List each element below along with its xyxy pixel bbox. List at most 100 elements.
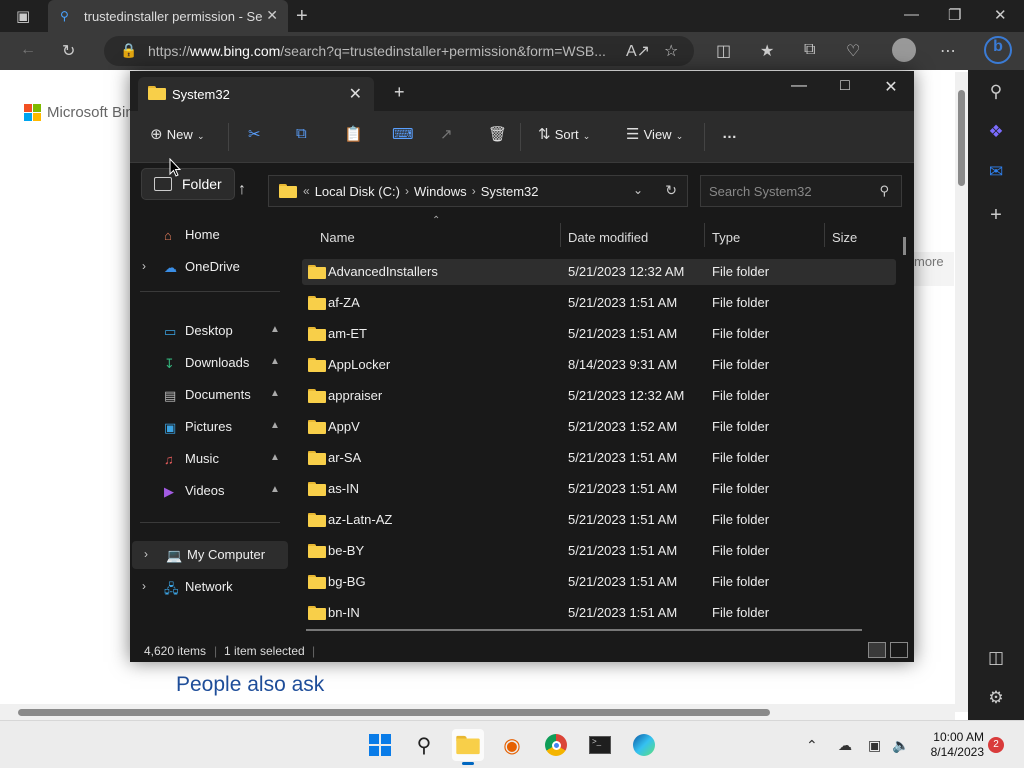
back-icon[interactable]: ← [20, 41, 36, 59]
chevron-right-icon[interactable]: › [142, 259, 146, 273]
table-row[interactable]: AppLocker 8/14/2023 9:31 AM File folder [302, 352, 896, 378]
split-screen-icon[interactable]: ◫ [716, 41, 731, 61]
close-tab-icon[interactable]: ✕ [266, 7, 278, 24]
search-icon[interactable]: ⚲ [968, 82, 1024, 102]
table-row[interactable]: af-ZA 5/21/2023 1:51 AM File folder [302, 290, 896, 316]
minimize-icon[interactable]: — [776, 77, 822, 95]
favorite-star-icon[interactable]: ☆ [664, 41, 678, 61]
table-row[interactable]: be-BY 5/21/2023 1:51 AM File folder [302, 538, 896, 564]
new-tab-icon[interactable]: + [394, 82, 405, 103]
more-link[interactable]: more [914, 252, 954, 286]
tab-actions-icon[interactable]: ▣ [16, 7, 30, 25]
show-hidden-icons-chevron-icon[interactable]: ⌃ [806, 737, 818, 754]
settings-more-icon[interactable]: ⋯ [940, 41, 956, 61]
maximize-icon[interactable]: □ [822, 77, 868, 95]
close-window-icon[interactable]: ✕ [868, 77, 914, 97]
chevron-right-icon[interactable]: › [144, 547, 148, 561]
scrollbar-thumb[interactable] [18, 709, 770, 716]
chevron-right-icon[interactable]: › [405, 184, 409, 198]
details-view-icon[interactable] [868, 642, 886, 658]
refresh-icon[interactable]: ↻ [665, 182, 677, 199]
column-divider[interactable] [560, 223, 561, 247]
share-icon[interactable]: ↗ [440, 125, 453, 143]
column-header-date[interactable]: Date modified [568, 223, 648, 251]
search-input[interactable]: Search System32 ⚲ [700, 175, 902, 207]
table-row[interactable]: appraiser 5/21/2023 12:32 AM File folder [302, 383, 896, 409]
read-aloud-icon[interactable]: A↗ [626, 41, 650, 61]
paste-icon[interactable]: 📋 [344, 125, 363, 143]
cut-icon[interactable]: ✂ [248, 125, 261, 143]
table-row[interactable]: as-IN 5/21/2023 1:51 AM File folder [302, 476, 896, 502]
column-header-type[interactable]: Type [712, 223, 740, 251]
scrollbar-thumb[interactable] [958, 90, 965, 186]
chrome-icon[interactable] [540, 729, 572, 761]
page-horizontal-scrollbar[interactable] [0, 704, 955, 720]
table-row[interactable]: bg-BG 5/21/2023 1:51 AM File folder [302, 569, 896, 595]
file-list-horizontal-scrollbar[interactable] [306, 629, 862, 631]
restore-icon[interactable]: ❐ [948, 6, 961, 24]
sidebar-item-onedrive[interactable]: › ☁ OneDrive [130, 253, 286, 281]
minimize-icon[interactable]: — [904, 6, 919, 23]
chevron-right-icon[interactable]: › [142, 579, 146, 593]
table-row[interactable]: bn-IN 5/21/2023 1:51 AM File folder [302, 600, 896, 626]
breadcrumb-overflow[interactable]: « [303, 184, 310, 198]
notification-badge[interactable]: 2 [988, 737, 1004, 753]
page-vertical-scrollbar[interactable] [955, 72, 968, 712]
column-header-size[interactable]: Size [832, 223, 857, 251]
close-tab-icon[interactable]: ✕ [349, 84, 362, 104]
chevron-right-icon[interactable]: › [472, 184, 476, 198]
hide-sidebar-icon[interactable]: ◫ [968, 648, 1024, 668]
browser-essentials-icon[interactable]: ♡ [846, 41, 860, 61]
breadcrumb[interactable]: « Local Disk (C:) › Windows › System32 ⌄… [268, 175, 688, 207]
new-tab-icon[interactable]: + [296, 5, 308, 28]
close-window-icon[interactable]: ✕ [994, 6, 1007, 24]
outlook-icon[interactable]: ✉ [968, 162, 1024, 182]
breadcrumb-local-disk[interactable]: Local Disk (C:) [315, 184, 400, 199]
new-button[interactable]: ⊕ New ⌄ [150, 125, 204, 143]
terminal-icon[interactable]: >_ [584, 729, 616, 761]
copilot-sidebar-icon[interactable]: ❖ [968, 122, 1024, 142]
table-row[interactable]: ar-SA 5/21/2023 1:51 AM File folder [302, 445, 896, 471]
network-icon[interactable]: ▣ [868, 737, 881, 754]
explorer-tab[interactable]: System32 ✕ [138, 77, 374, 111]
browser-tab-active[interactable]: ⚲ trustedinstaller permission - Sear ✕ [48, 0, 288, 32]
delete-icon[interactable]: 🗑 [488, 125, 507, 143]
chevron-down-icon[interactable]: ⌄ [633, 183, 643, 197]
rename-icon[interactable]: ⌨ [392, 125, 414, 143]
table-row[interactable]: AdvancedInstallers 5/21/2023 12:32 AM File… [302, 259, 896, 285]
breadcrumb-windows[interactable]: Windows [414, 184, 467, 199]
sort-button[interactable]: ⇅ Sort ⌄ [538, 125, 590, 143]
favorites-icon[interactable]: ★ [760, 41, 774, 61]
microsoft-bing-logo[interactable]: Microsoft Bing [24, 104, 142, 121]
sidebar-item-music[interactable]: ♫ Music ▲ [130, 445, 286, 473]
sidebar-item-home[interactable]: ⌂ Home [130, 221, 286, 249]
sidebar-item-desktop[interactable]: ▭ Desktop ▲ [130, 317, 286, 345]
start-button[interactable] [364, 729, 396, 761]
copy-icon[interactable]: ⧉ [296, 125, 307, 142]
clock[interactable]: 10:00 AM 8/14/2023 [918, 730, 984, 760]
taskbar-file-explorer[interactable] [452, 729, 484, 765]
new-folder-tooltip[interactable]: Folder [141, 168, 235, 200]
see-more-button[interactable]: … [722, 125, 737, 142]
table-row[interactable]: AppV 5/21/2023 1:52 AM File folder [302, 414, 896, 440]
table-row[interactable]: az-Latn-AZ 5/21/2023 1:51 AM File folder [302, 507, 896, 533]
collections-icon[interactable]: ⧉ [804, 41, 815, 59]
up-arrow-icon[interactable]: ↑ [238, 181, 246, 199]
url-bar[interactable]: 🔒 https://www.bing.com/search?q=trustedi… [104, 36, 694, 66]
sidebar-settings-gear-icon[interactable]: ⚙ [968, 688, 1024, 708]
sidebar-item-pictures[interactable]: ▣ Pictures ▲ [130, 413, 286, 441]
sidebar-item-my-computer[interactable]: › 💻 My Computer [132, 541, 288, 569]
edge-icon[interactable] [628, 729, 660, 761]
add-sidebar-app-icon[interactable]: + [968, 204, 1024, 227]
volume-icon[interactable]: 🔈 [892, 737, 909, 754]
tiles-view-icon[interactable] [890, 642, 908, 658]
view-button[interactable]: ☰ View ⌄ [626, 125, 683, 143]
onedrive-offline-icon[interactable]: ☁ [838, 737, 852, 754]
profile-avatar[interactable] [892, 38, 916, 62]
sidebar-item-documents[interactable]: ▤ Documents ▲ [130, 381, 286, 409]
firefox-icon[interactable]: ◉ [496, 729, 528, 761]
column-divider[interactable] [704, 223, 705, 247]
breadcrumb-system32[interactable]: System32 [481, 184, 539, 199]
taskbar-search-icon[interactable]: ⚲ [408, 729, 440, 761]
column-header-name[interactable]: Name [320, 223, 355, 251]
